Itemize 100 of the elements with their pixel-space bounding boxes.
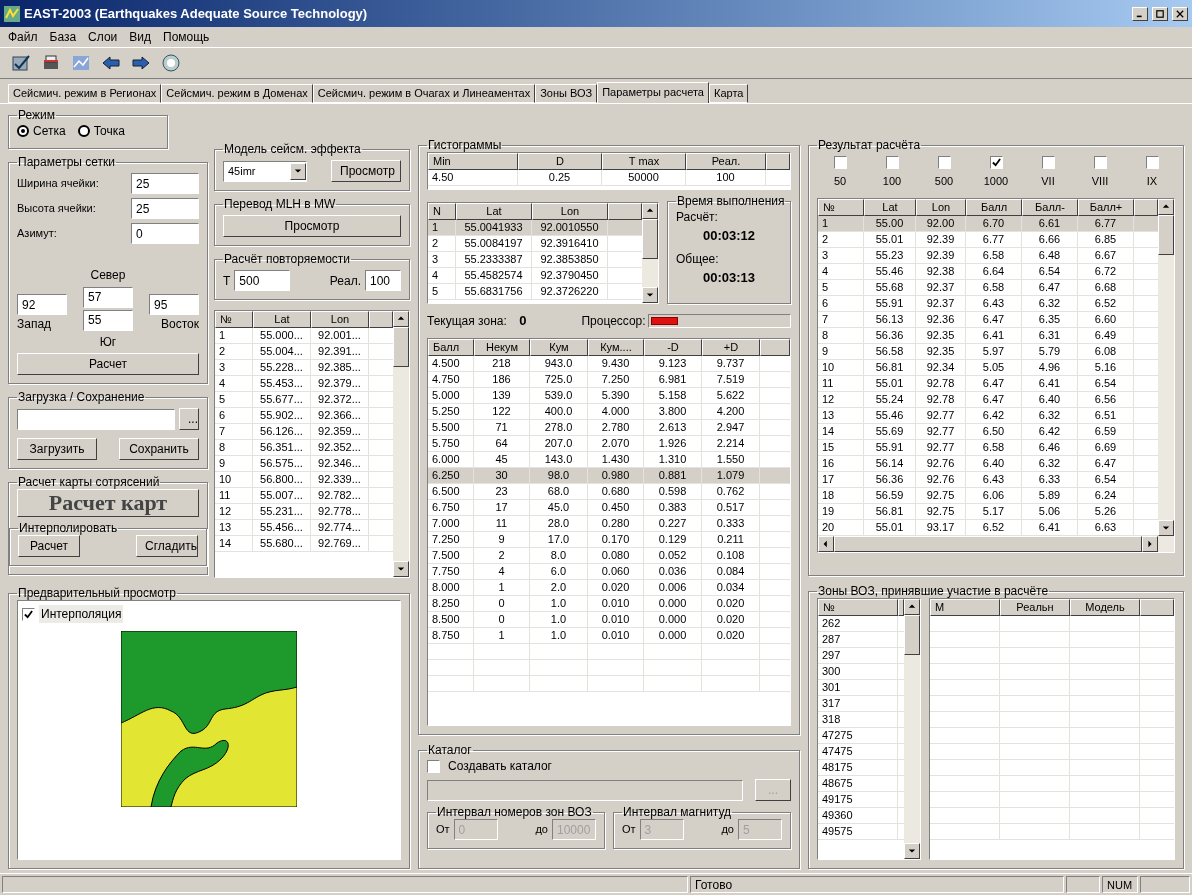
table-row[interactable]: 9 56.575... 92.346... — [215, 456, 393, 472]
checkbox[interactable] — [1145, 156, 1159, 169]
table-row[interactable]: 5.000 139 539.0 5.390 5.158 5.622 — [428, 388, 790, 404]
table-row[interactable]: 7.750 4 6.0 0.060 0.036 0.084 — [428, 564, 790, 580]
table-row[interactable]: 12 55.231... 92.778... — [215, 504, 393, 520]
column-header[interactable]: Балл+ — [1078, 198, 1134, 216]
table-row[interactable]: 14 55.680... 92.769... — [215, 536, 393, 552]
radio-button[interactable] — [77, 125, 90, 137]
close-button[interactable] — [1172, 6, 1188, 21]
smooth-button[interactable]: Сгладить — [136, 535, 198, 557]
menu-item[interactable]: Помощь — [163, 28, 210, 46]
table-row[interactable]: 1 55.0041933 92.0010550 — [428, 220, 642, 236]
column-header[interactable]: Lat — [253, 311, 311, 328]
tab[interactable]: Зоны ВОЗ — [535, 84, 598, 103]
column-header[interactable]: Реальн — [1000, 599, 1070, 616]
column-header[interactable]: M — [930, 599, 1000, 616]
table-row[interactable]: 4 55.4582574 92.3790450 — [428, 268, 642, 284]
scroll-up-button[interactable] — [642, 203, 658, 219]
table-row[interactable]: 6.750 17 45.0 0.450 0.383 0.517 — [428, 500, 790, 516]
table-row[interactable]: 6.000 45 143.0 1.430 1.310 1.550 — [428, 452, 790, 468]
column-header[interactable]: D — [518, 153, 602, 170]
table-row[interactable]: 6.250 30 98.0 0.980 0.881 1.079 — [428, 468, 790, 484]
calculate-button[interactable]: Расчет — [17, 353, 199, 375]
tab[interactable]: Карта — [709, 84, 749, 103]
table-row[interactable]: 7.250 9 17.0 0.170 0.129 0.211 — [428, 532, 790, 548]
east-field[interactable]: 95 — [149, 294, 199, 315]
checkbox[interactable] — [1093, 156, 1107, 169]
menu-item[interactable]: Вид — [129, 28, 151, 46]
tab[interactable]: Сейсмич. режим в Регионах — [8, 84, 162, 103]
column-header[interactable]: № — [215, 311, 253, 328]
scroll-thumb[interactable] — [1158, 214, 1174, 255]
scroll-thumb[interactable] — [642, 219, 658, 259]
vertical-scrollbar[interactable] — [393, 311, 409, 577]
column-header[interactable]: № — [818, 599, 898, 616]
south-field[interactable]: 55 — [83, 309, 133, 331]
dropdown-arrow-button[interactable] — [290, 162, 306, 180]
scroll-up-button[interactable] — [393, 311, 409, 327]
view-button[interactable]: Просмотр — [331, 160, 401, 182]
minimize-button[interactable] — [1132, 6, 1148, 21]
table-row[interactable]: 8.750 1 1.0 0.010 0.000 0.020 — [428, 628, 790, 644]
column-header[interactable]: Балл — [428, 339, 474, 356]
scroll-up-button[interactable] — [904, 599, 920, 615]
column-header[interactable]: Кум — [530, 339, 588, 356]
vertical-scrollbar[interactable] — [642, 203, 658, 303]
table-row[interactable]: 11 55.007... 92.782... — [215, 488, 393, 504]
column-header[interactable]: Lon — [916, 198, 966, 216]
column-header[interactable]: Lat — [864, 198, 916, 216]
scroll-down-button[interactable] — [1158, 519, 1174, 536]
table-row[interactable]: 5.250 122 400.0 4.000 3.800 4.200 — [428, 404, 790, 420]
table-row[interactable]: 10 56.800... 92.339... — [215, 472, 393, 488]
table-row[interactable]: 7.000 11 28.0 0.280 0.227 0.333 — [428, 516, 790, 532]
column-header[interactable]: Некум — [474, 339, 530, 356]
scroll-up-button[interactable] — [1158, 198, 1174, 215]
table-row[interactable]: 5.500 71 278.0 2.780 2.613 2.947 — [428, 420, 790, 436]
column-header[interactable]: Lat — [456, 203, 532, 220]
table-row[interactable]: 3 55.2333387 92.3853850 — [428, 252, 642, 268]
table-row[interactable]: 8.500 0 1.0 0.010 0.000 0.020 — [428, 612, 790, 628]
menu-item[interactable]: Слои — [88, 28, 118, 46]
column-header[interactable]: N — [428, 203, 456, 220]
vertical-scrollbar[interactable] — [904, 599, 920, 859]
west-field[interactable]: 92 — [17, 294, 67, 315]
table-row[interactable]: 5 55.6831756 92.3726220 — [428, 284, 642, 300]
browse-button[interactable]: ... — [179, 408, 199, 430]
table-row[interactable]: 7.500 2 8.0 0.080 0.052 0.108 — [428, 548, 790, 564]
table-row[interactable]: 6.500 23 68.0 0.680 0.598 0.762 — [428, 484, 790, 500]
table-row[interactable]: 1 55.000... 92.001... — [215, 328, 393, 344]
tab[interactable]: Сейсмич. режим в Очагах и Линеаментах — [312, 84, 536, 103]
view-button[interactable]: Просмотр — [223, 215, 401, 237]
table-row[interactable]: 4.750 186 725.0 7.250 6.981 7.519 — [428, 372, 790, 388]
table-row[interactable]: 8.250 0 1.0 0.010 0.000 0.020 — [428, 596, 790, 612]
checkbox[interactable] — [937, 156, 951, 169]
table-row[interactable]: 2 55.0084197 92.3916410 — [428, 236, 642, 252]
checkbox[interactable] — [885, 156, 899, 169]
column-header[interactable]: Реал. — [686, 153, 766, 170]
tab[interactable]: Сейсмич. режим в Доменах — [161, 84, 313, 103]
checkbox[interactable] — [833, 156, 847, 169]
checkbox[interactable] — [989, 156, 1003, 169]
table-row[interactable]: 5.750 64 207.0 2.070 1.926 2.214 — [428, 436, 790, 452]
file-path-field[interactable] — [17, 408, 175, 430]
column-header[interactable]: Балл — [966, 198, 1022, 216]
number-field[interactable]: 25 — [131, 198, 199, 219]
scroll-down-button[interactable] — [642, 287, 658, 303]
tab[interactable]: Параметры расчета — [597, 82, 709, 103]
period-field[interactable]: 500 — [234, 270, 291, 291]
column-header[interactable]: Кум.... — [588, 339, 644, 356]
menu-item[interactable]: Файл — [8, 28, 38, 46]
checkbox[interactable] — [1041, 156, 1055, 169]
scroll-thumb[interactable] — [393, 327, 409, 367]
table-row[interactable]: 2 55.004... 92.391... — [215, 344, 393, 360]
radio-button[interactable] — [17, 125, 29, 137]
scroll-down-button[interactable] — [393, 561, 409, 577]
table-row[interactable]: 4 55.453... 92.379... — [215, 376, 393, 392]
column-header[interactable]: T max — [602, 153, 686, 170]
table-row[interactable]: 4.500 218 943.0 9.430 9.123 9.737 — [428, 356, 790, 372]
scroll-thumb[interactable] — [904, 615, 920, 655]
column-header[interactable]: +D — [702, 339, 760, 356]
save-button[interactable]: Сохранить — [119, 438, 199, 460]
column-header[interactable]: Min — [428, 153, 518, 170]
column-header[interactable]: № — [818, 198, 864, 216]
table-row[interactable]: 3 55.228... 92.385... — [215, 360, 393, 376]
